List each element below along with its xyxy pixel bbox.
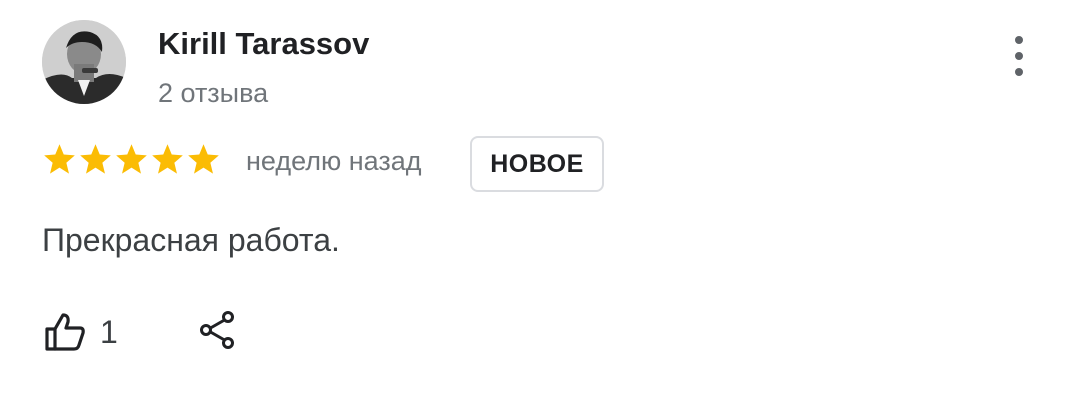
thumbs-up-icon <box>45 313 85 351</box>
star-icon <box>80 144 111 174</box>
more-vert-icon-dot <box>1015 68 1023 76</box>
share-icon <box>200 311 234 349</box>
author-review-count: 2 отзыва <box>158 78 269 108</box>
review-time: неделю назад <box>246 146 422 176</box>
star-icon <box>188 144 219 174</box>
author-name[interactable]: Kirill Tarassov <box>158 26 369 62</box>
new-badge: НОВОЕ <box>470 136 604 192</box>
like-count: 1 <box>100 313 118 350</box>
review-text: Прекрасная работа. <box>42 222 340 258</box>
star-icon <box>116 144 147 174</box>
more-vert-icon <box>1015 36 1023 44</box>
star-rating <box>42 142 221 177</box>
share-button[interactable] <box>198 310 238 350</box>
more-options-button[interactable] <box>1004 36 1034 76</box>
star-icon <box>152 144 183 174</box>
like-button[interactable]: 1 <box>44 312 118 352</box>
avatar[interactable] <box>42 20 126 104</box>
more-vert-icon-dot <box>1015 52 1023 60</box>
star-icon <box>44 144 75 174</box>
